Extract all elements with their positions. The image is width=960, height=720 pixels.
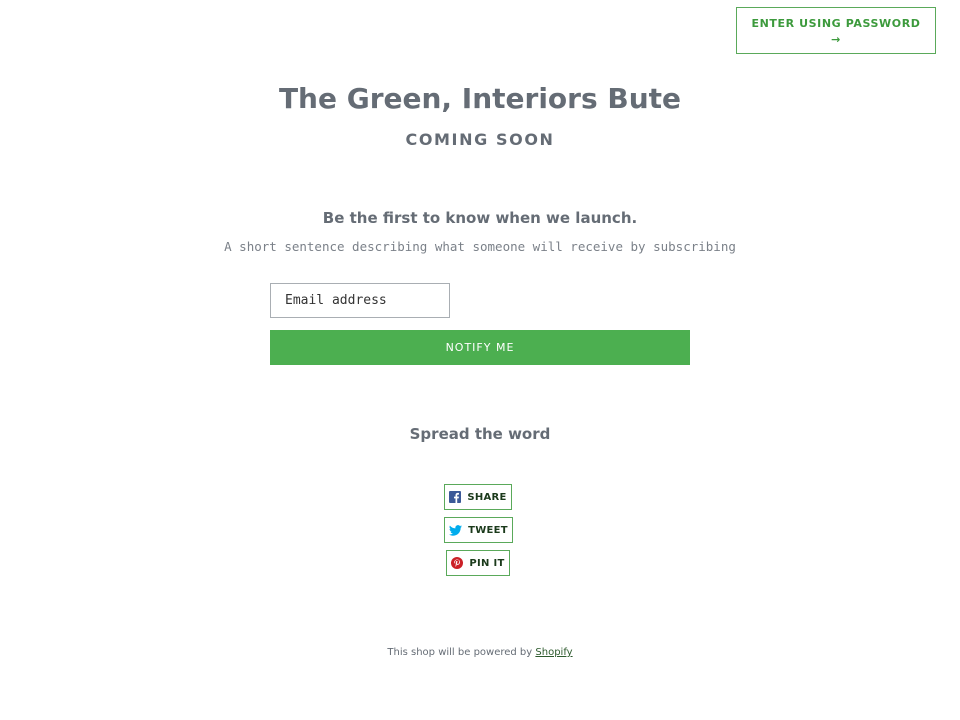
enter-using-password-button[interactable]: ENTER USING PASSWORD → <box>736 7 936 54</box>
pinterest-icon <box>451 557 464 569</box>
coming-soon-subtitle: COMING SOON <box>405 130 555 149</box>
twitter-tweet-button[interactable]: TWEET <box>444 517 513 543</box>
twitter-icon <box>449 524 463 536</box>
facebook-share-label: SHARE <box>467 491 507 503</box>
footer-text: This shop will be powered by <box>387 647 533 658</box>
facebook-share-button[interactable]: SHARE <box>444 484 512 510</box>
notify-me-button[interactable]: NOTIFY ME <box>270 330 690 365</box>
footer: This shop will be powered by Shopify <box>0 647 960 658</box>
arrow-right-icon: → <box>831 33 841 46</box>
pinterest-pin-label: PIN IT <box>469 557 505 569</box>
pinterest-pin-button[interactable]: PIN IT <box>446 550 510 576</box>
spread-the-word-heading: Spread the word <box>409 425 551 443</box>
twitter-tweet-label: TWEET <box>468 524 508 536</box>
facebook-icon <box>449 491 462 503</box>
store-title: The Green, Interiors Bute <box>278 82 682 115</box>
signup-description: A short sentence describing what someone… <box>224 239 736 254</box>
password-button-label: ENTER USING PASSWORD <box>751 17 921 30</box>
signup-heading: Be the first to know when we launch. <box>322 209 638 227</box>
email-field[interactable] <box>270 283 450 318</box>
shopify-link[interactable]: Shopify <box>535 647 572 658</box>
